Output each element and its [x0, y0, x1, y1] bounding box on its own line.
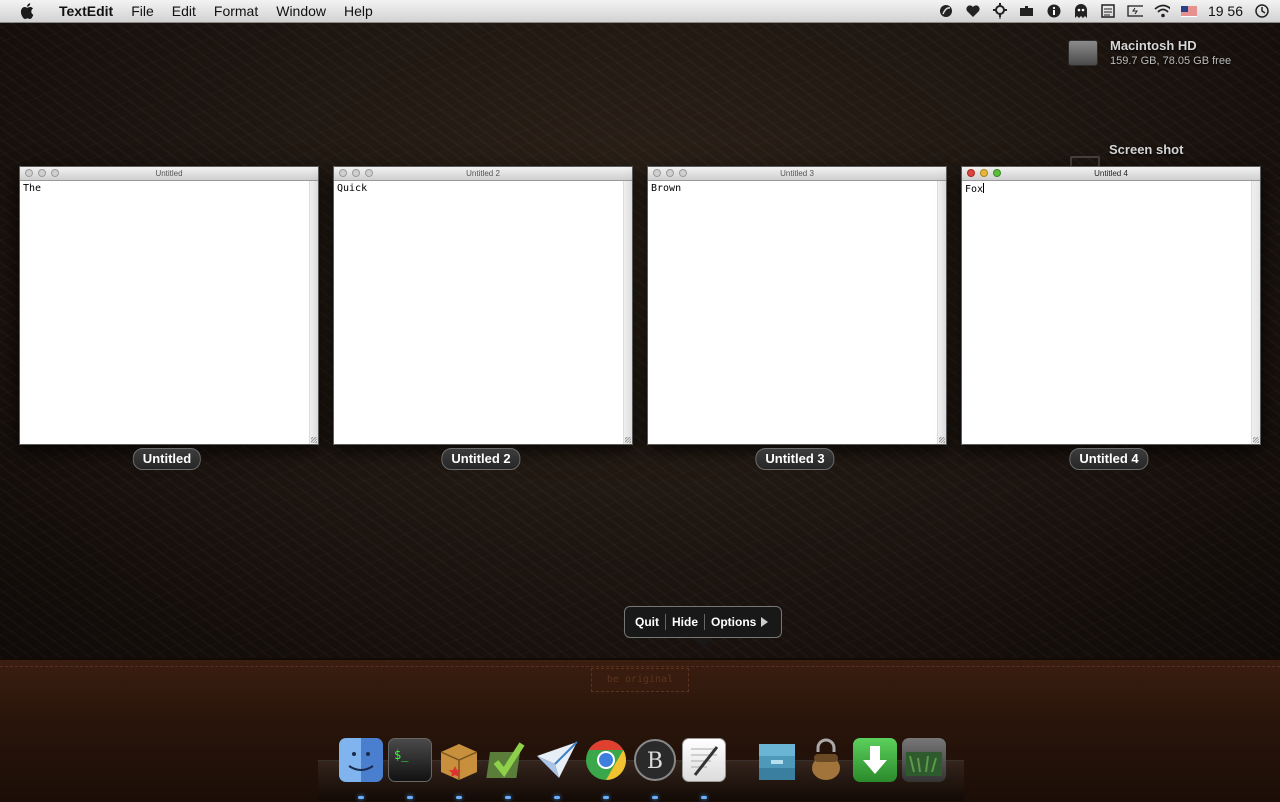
document-text[interactable]: Fox: [965, 183, 985, 195]
options-button[interactable]: Options: [705, 606, 762, 638]
menu-format[interactable]: Format: [205, 0, 267, 22]
running-indicator: [554, 796, 560, 799]
window-title: Untitled 4: [1094, 169, 1128, 178]
document-area[interactable]: Quick: [334, 181, 632, 444]
running-indicator: [701, 796, 707, 799]
info-icon[interactable]: [1046, 3, 1062, 19]
running-indicator: [505, 796, 511, 799]
puzzle-icon[interactable]: [1019, 3, 1035, 19]
window-title: Untitled: [155, 169, 183, 178]
menu-edit[interactable]: Edit: [163, 0, 205, 22]
running-indicator: [358, 796, 364, 799]
gear-icon[interactable]: [992, 3, 1008, 19]
archive-icon[interactable]: [755, 738, 799, 782]
b-app-icon[interactable]: B: [633, 738, 677, 782]
svg-text:B: B: [647, 749, 663, 774]
hard-disk-item[interactable]: Macintosh HD 159.7 GB, 78.05 GB free: [1068, 38, 1231, 67]
document-text[interactable]: Brown: [651, 183, 681, 194]
window-titlebar[interactable]: Untitled: [20, 167, 318, 181]
finder-icon[interactable]: [339, 738, 383, 782]
menu-clock[interactable]: 19 56: [1208, 3, 1243, 19]
disk-free-space: 159.7 GB, 78.05 GB free: [1110, 55, 1232, 67]
window-titlebar[interactable]: Untitled 2: [334, 167, 632, 181]
paper-plane-icon[interactable]: [535, 738, 579, 782]
submenu-arrow-icon: [761, 617, 769, 627]
hard-disk-icon: [1068, 40, 1098, 66]
popup-tail: [696, 638, 712, 647]
document-area[interactable]: Brown: [648, 181, 946, 444]
time-machine-icon[interactable]: [1254, 3, 1270, 19]
window-label[interactable]: Untitled 3: [755, 448, 835, 470]
document-area[interactable]: The: [20, 181, 318, 444]
screenshot-file-name: Screen shot: [1109, 142, 1184, 157]
resize-grip-icon[interactable]: [1253, 437, 1259, 443]
checkmark-app-icon[interactable]: [486, 738, 530, 782]
menu-bar: TextEdit File Edit Format Window Help 19…: [0, 0, 1280, 23]
window-label[interactable]: Untitled: [132, 448, 202, 470]
package-icon[interactable]: [437, 738, 481, 782]
dock-context-popup: Quit Hide Options: [624, 606, 782, 647]
scrollbar[interactable]: [309, 181, 318, 444]
wifi-icon[interactable]: [1154, 3, 1170, 19]
running-indicator: [603, 796, 609, 799]
menu-window[interactable]: Window: [267, 0, 335, 22]
apple-menu-icon[interactable]: [16, 0, 38, 22]
document-list-icon[interactable]: [1100, 3, 1116, 19]
drive-icon[interactable]: [902, 738, 946, 782]
textedit-icon[interactable]: [682, 738, 726, 782]
heart-icon[interactable]: [965, 3, 981, 19]
svg-text:$_: $_: [394, 748, 409, 762]
document-text[interactable]: The: [23, 183, 41, 194]
window-title: Untitled 3: [780, 169, 814, 178]
leaf-icon[interactable]: [938, 3, 954, 19]
disk-name: Macintosh HD: [1110, 38, 1197, 53]
running-indicator: [407, 796, 413, 799]
window-untitled[interactable]: Untitled The: [19, 166, 319, 445]
scrollbar[interactable]: [623, 181, 632, 444]
menu-help[interactable]: Help: [335, 0, 382, 22]
battery-icon[interactable]: [1127, 3, 1143, 19]
window-untitled-3[interactable]: Untitled 3 Brown: [647, 166, 947, 445]
hide-button[interactable]: Hide: [666, 606, 704, 638]
acorn-lock-icon[interactable]: [804, 738, 848, 782]
document-text[interactable]: Quick: [337, 183, 367, 194]
download-icon[interactable]: [853, 738, 897, 782]
scrollbar[interactable]: [937, 181, 946, 444]
shelf-tag: be original: [591, 668, 689, 692]
window-label[interactable]: Untitled 2: [441, 448, 521, 470]
running-indicator: [652, 796, 658, 799]
running-indicator: [456, 796, 462, 799]
shelf-stitching: [0, 666, 1280, 667]
ghost-icon[interactable]: [1073, 3, 1089, 19]
resize-grip-icon[interactable]: [625, 437, 631, 443]
document-area[interactable]: Fox: [962, 181, 1260, 444]
document-text-content: Fox: [965, 184, 984, 195]
window-label[interactable]: Untitled 4: [1069, 448, 1149, 470]
menu-file[interactable]: File: [122, 0, 163, 22]
text-cursor: [983, 183, 985, 193]
resize-grip-icon[interactable]: [939, 437, 945, 443]
terminal-icon[interactable]: $_: [388, 738, 432, 782]
status-menus: 19 56: [938, 0, 1270, 22]
window-untitled-4[interactable]: Untitled 4 Fox: [961, 166, 1261, 445]
menu-app-name[interactable]: TextEdit: [50, 0, 122, 22]
window-title: Untitled 2: [466, 169, 500, 178]
window-titlebar[interactable]: Untitled 3: [648, 167, 946, 181]
chrome-icon[interactable]: [584, 738, 628, 782]
window-untitled-2[interactable]: Untitled 2 Quick: [333, 166, 633, 445]
quit-button[interactable]: Quit: [629, 606, 665, 638]
resize-grip-icon[interactable]: [311, 437, 317, 443]
window-titlebar[interactable]: Untitled 4: [962, 167, 1260, 181]
scrollbar[interactable]: [1251, 181, 1260, 444]
us-flag-icon[interactable]: [1180, 3, 1197, 19]
